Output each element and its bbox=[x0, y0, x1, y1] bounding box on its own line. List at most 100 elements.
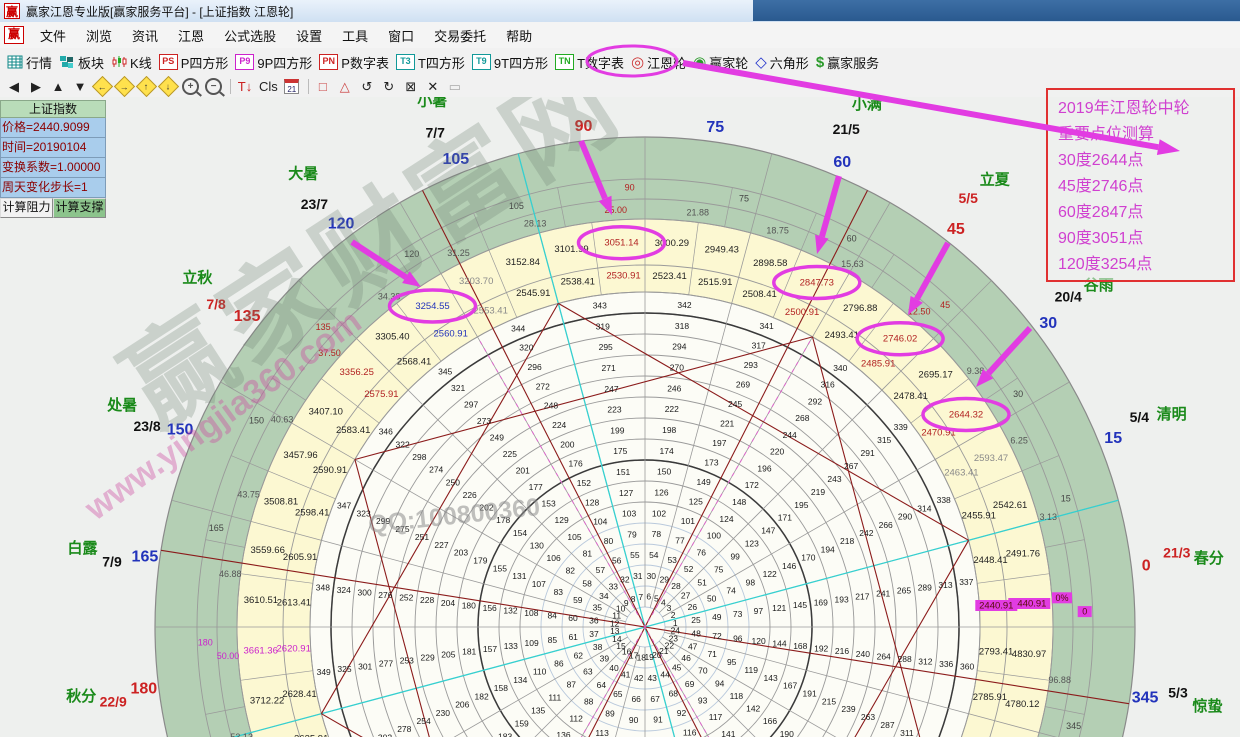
svg-text:322: 322 bbox=[396, 439, 410, 449]
menu-江恩[interactable]: 江恩 bbox=[168, 26, 214, 45]
svg-text:227: 227 bbox=[434, 540, 448, 550]
svg-text:263: 263 bbox=[861, 712, 875, 722]
toolbar-button-9T四方形[interactable]: T99T四方形 bbox=[472, 53, 548, 72]
step-down-button[interactable]: ↓ bbox=[160, 78, 176, 95]
menu-工具[interactable]: 工具 bbox=[332, 26, 378, 45]
main-toolbar: 行情板块 K线 PSP四方形 P99P四方形 PNP数字表 T3T四方形 T99T四方形 TN… bbox=[0, 48, 1240, 77]
svg-text:秋分: 秋分 bbox=[66, 687, 96, 705]
svg-text:30: 30 bbox=[1039, 315, 1057, 332]
toolbar-button-T四方形[interactable]: T3T四方形 bbox=[396, 53, 465, 72]
svg-text:221: 221 bbox=[720, 419, 734, 429]
svg-text:2605.91: 2605.91 bbox=[283, 552, 317, 563]
rotate-ccw-button[interactable]: ↺ bbox=[359, 78, 375, 95]
hexagon-icon: ◇ bbox=[755, 53, 767, 71]
svg-text:45: 45 bbox=[940, 300, 950, 310]
svg-text:132: 132 bbox=[503, 606, 517, 616]
menu-帮助[interactable]: 帮助 bbox=[496, 26, 542, 45]
panel-button-计算支撑[interactable]: 计算支撑 bbox=[53, 198, 106, 218]
svg-text:3203.70: 3203.70 bbox=[459, 276, 493, 287]
svg-text:82: 82 bbox=[566, 566, 576, 576]
svg-text:251: 251 bbox=[415, 532, 429, 542]
svg-text:347: 347 bbox=[337, 500, 351, 510]
svg-text:2491.76: 2491.76 bbox=[1006, 549, 1040, 560]
svg-text:60: 60 bbox=[847, 234, 857, 244]
svg-text:49: 49 bbox=[712, 612, 722, 622]
svg-text:265: 265 bbox=[897, 586, 911, 596]
triangle-tool[interactable]: △ bbox=[337, 78, 353, 95]
svg-text:53.13: 53.13 bbox=[230, 732, 253, 737]
svg-text:84: 84 bbox=[547, 611, 557, 621]
toolbar-button-9P四方形[interactable]: P99P四方形 bbox=[235, 53, 312, 72]
menu-文件[interactable]: 文件 bbox=[30, 26, 76, 45]
svg-text:37: 37 bbox=[589, 629, 599, 639]
menu-窗口[interactable]: 窗口 bbox=[378, 26, 424, 45]
pan-down-button[interactable]: ▼ bbox=[72, 78, 88, 95]
svg-text:27: 27 bbox=[681, 590, 691, 600]
menu-资讯[interactable]: 资讯 bbox=[122, 26, 168, 45]
svg-text:292: 292 bbox=[808, 396, 822, 406]
t-down-button[interactable]: T↓ bbox=[237, 78, 253, 95]
svg-text:89: 89 bbox=[605, 709, 615, 719]
step-up-button[interactable]: ↑ bbox=[138, 78, 154, 95]
toolbar-button-K线[interactable]: K线 bbox=[111, 53, 152, 72]
svg-text:318: 318 bbox=[675, 321, 689, 331]
panel-button-计算阻力[interactable]: 计算阻力 bbox=[0, 198, 53, 218]
svg-text:3407.10: 3407.10 bbox=[309, 407, 343, 418]
box-x-tool[interactable]: ⊠ bbox=[403, 78, 419, 95]
svg-text:158: 158 bbox=[494, 683, 508, 693]
zoom-in-button[interactable]: + bbox=[182, 78, 199, 95]
toolbar-button-P数字表[interactable]: PNP数字表 bbox=[319, 53, 389, 72]
svg-text:小满: 小满 bbox=[852, 97, 882, 113]
menu-设置[interactable]: 设置 bbox=[286, 26, 332, 45]
dollar-icon: $ bbox=[816, 54, 824, 71]
svg-text:60: 60 bbox=[833, 154, 851, 171]
screen-tool[interactable]: ▭ bbox=[447, 78, 463, 95]
step-right-button[interactable]: → bbox=[116, 78, 132, 95]
svg-text:2575.91: 2575.91 bbox=[364, 389, 398, 400]
scroll-right-button[interactable]: ▶ bbox=[28, 78, 44, 95]
toolbar-button-板块[interactable]: 板块 bbox=[59, 53, 104, 72]
toolbar-separator bbox=[308, 79, 309, 94]
svg-text:174: 174 bbox=[660, 446, 674, 456]
toolbar-button-赢家服务[interactable]: $赢家服务 bbox=[816, 53, 879, 72]
menu-交易委托[interactable]: 交易委托 bbox=[424, 26, 496, 45]
zoom-out-button[interactable]: − bbox=[205, 78, 222, 95]
square-tool[interactable]: □ bbox=[315, 78, 331, 95]
toolbar-button-P四方形[interactable]: PSP四方形 bbox=[159, 53, 229, 72]
svg-text:71: 71 bbox=[707, 649, 717, 659]
svg-text:15: 15 bbox=[1061, 493, 1071, 503]
svg-text:215: 215 bbox=[822, 696, 836, 706]
cross-tool[interactable]: ✕ bbox=[425, 78, 441, 95]
svg-text:28.13: 28.13 bbox=[524, 219, 547, 229]
toolbar-button-江恩轮[interactable]: ◎江恩轮 bbox=[631, 53, 686, 72]
svg-text:315: 315 bbox=[877, 435, 891, 445]
menu-浏览[interactable]: 浏览 bbox=[76, 26, 122, 45]
svg-text:153: 153 bbox=[542, 499, 556, 509]
toolbar-button-T数字表[interactable]: TNT数字表 bbox=[555, 53, 624, 72]
toolbar-button-六角形[interactable]: ◇六角形 bbox=[755, 53, 809, 72]
toolbar-button-行情[interactable]: 行情 bbox=[7, 53, 52, 72]
svg-text:0: 0 bbox=[1142, 558, 1151, 575]
rotate-cw-button[interactable]: ↻ bbox=[381, 78, 397, 95]
svg-text:48: 48 bbox=[691, 628, 701, 638]
svg-text:2553.41: 2553.41 bbox=[474, 306, 508, 317]
svg-text:68: 68 bbox=[669, 689, 679, 699]
svg-text:3.13: 3.13 bbox=[1040, 512, 1058, 522]
svg-text:206: 206 bbox=[455, 700, 469, 710]
svg-text:88: 88 bbox=[584, 697, 594, 707]
calendar-button[interactable]: 21 bbox=[284, 78, 300, 95]
svg-text:46.88: 46.88 bbox=[219, 569, 242, 579]
cls-button[interactable]: Cls bbox=[259, 78, 278, 95]
svg-text:75: 75 bbox=[706, 119, 724, 136]
annotation-box: 2019年江恩轮中轮重要点位测算30度2644点45度2746点60度2847点… bbox=[1046, 88, 1235, 282]
svg-text:3: 3 bbox=[667, 603, 672, 613]
scroll-left-button[interactable]: ◀ bbox=[6, 78, 22, 95]
svg-text:2847.73: 2847.73 bbox=[800, 278, 834, 289]
pan-up-button[interactable]: ▲ bbox=[50, 78, 66, 95]
svg-text:2545.91: 2545.91 bbox=[516, 288, 550, 299]
menu-公式选股[interactable]: 公式选股 bbox=[214, 26, 286, 45]
svg-text:33: 33 bbox=[609, 581, 619, 591]
step-left-button[interactable]: ← bbox=[94, 78, 110, 95]
svg-text:272: 272 bbox=[536, 381, 550, 391]
toolbar-button-赢家轮[interactable]: ◉赢家轮 bbox=[693, 53, 748, 72]
